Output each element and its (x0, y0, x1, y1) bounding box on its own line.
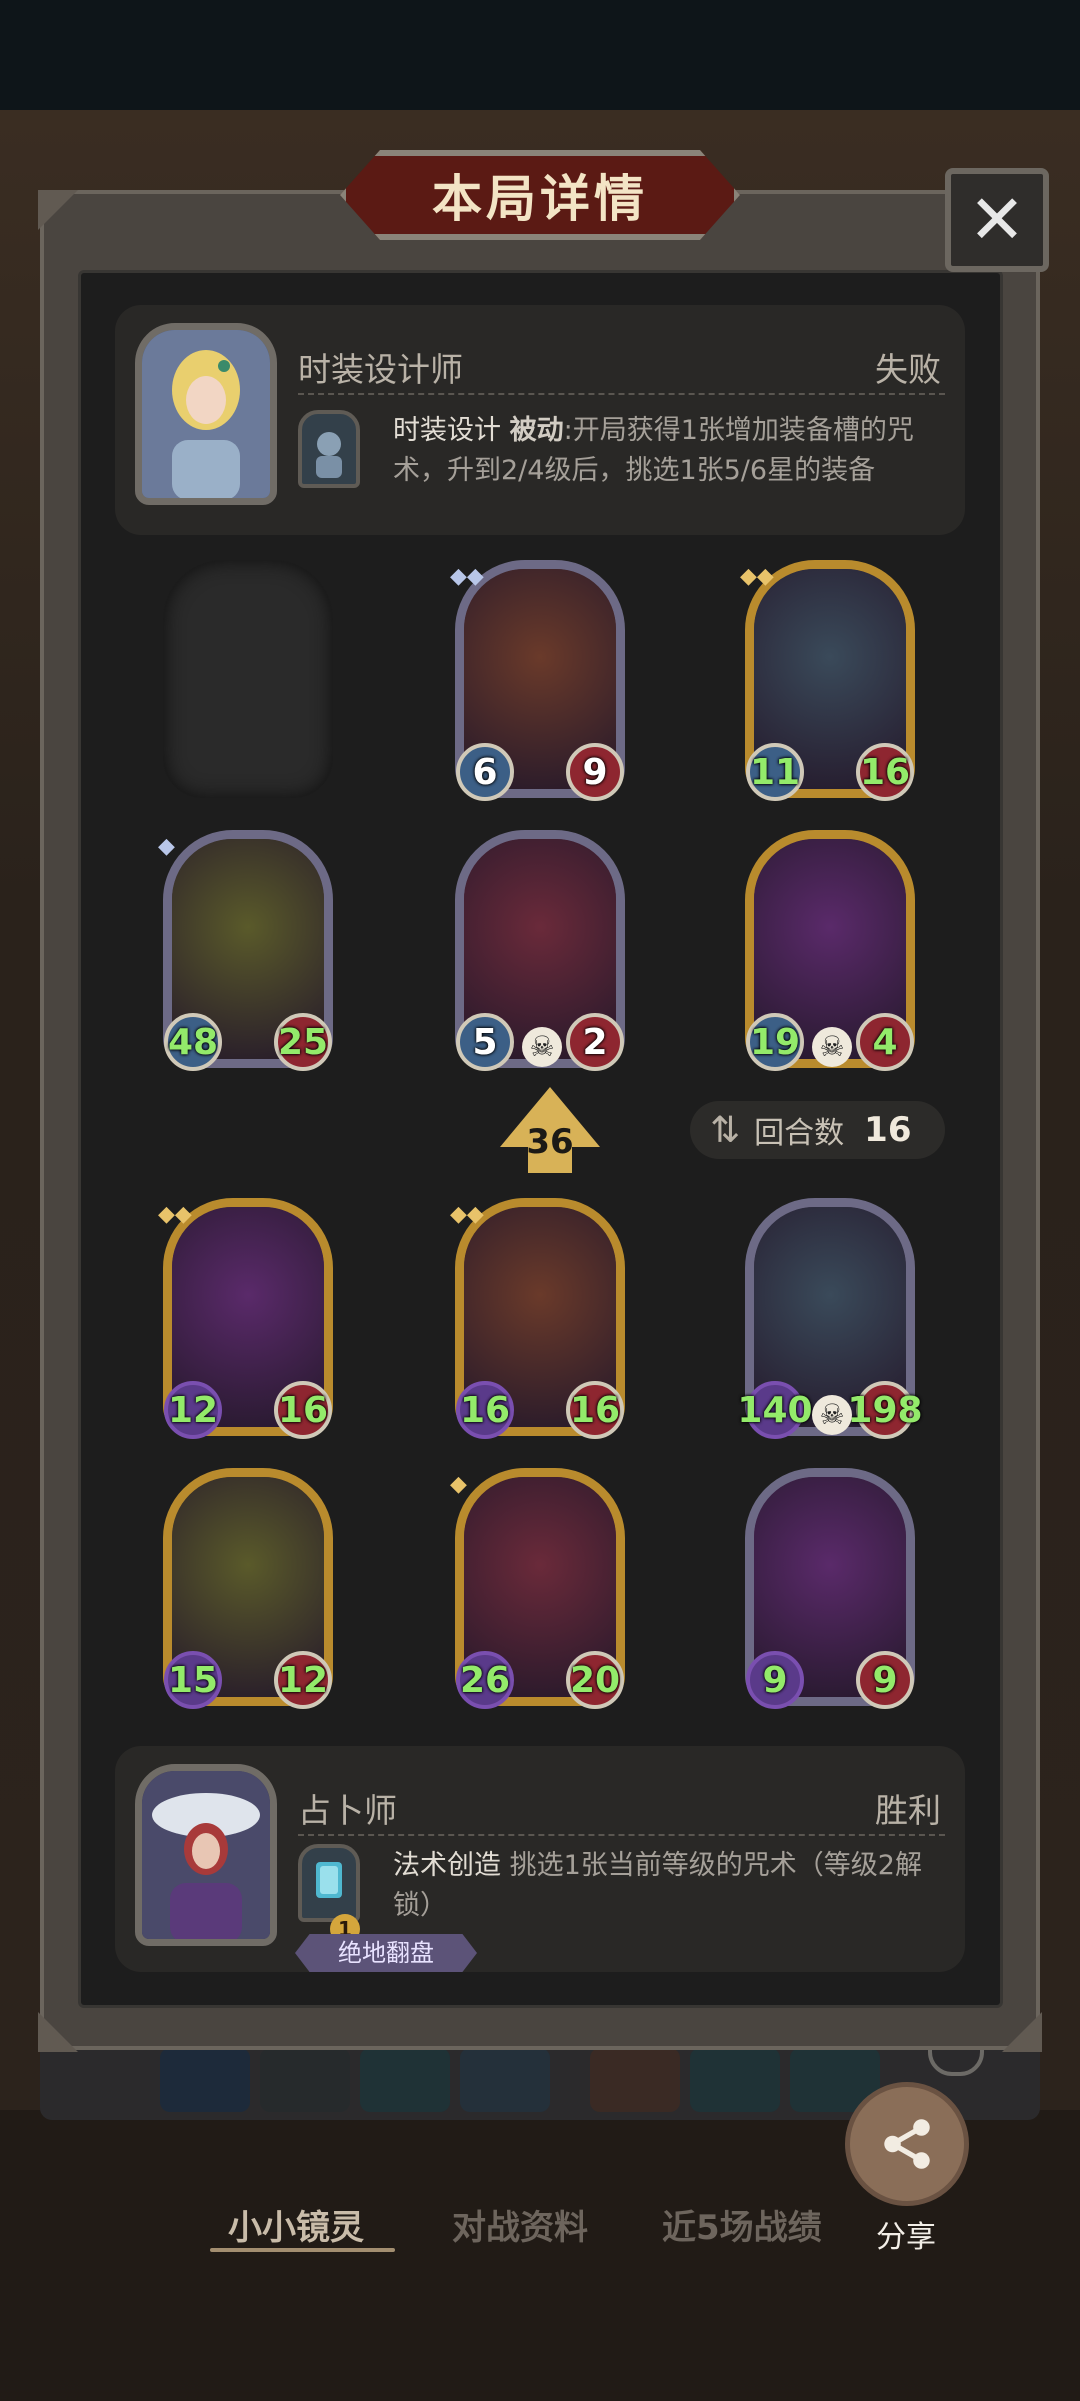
tavern-level-indicator: 36 (500, 1087, 600, 1173)
strip-slot (690, 2048, 780, 2112)
divider (298, 393, 945, 395)
match-result: 失败 (875, 350, 941, 389)
divider (298, 1834, 945, 1836)
star-rank-icon: ◆◆ (158, 1202, 192, 1227)
strip-slot (160, 2048, 250, 2112)
share-icon (884, 2119, 930, 2169)
attack-stat: 6 (456, 743, 514, 801)
health-stat: 16 (856, 743, 914, 801)
achievement-tag: 绝地翻盘 (295, 1934, 477, 1972)
strip-slot (460, 2048, 550, 2112)
attack-stat: 15 (164, 1651, 222, 1709)
rounds-label: 回合数 (754, 1116, 845, 1151)
close-icon: ✕ (968, 180, 1026, 260)
star-rank-icon: ◆◆ (450, 564, 484, 589)
star-rank-icon: ◆◆ (740, 564, 774, 589)
attack-stat: 16 (456, 1381, 514, 1439)
rounds-counter: ⇅ 回合数 16 (690, 1101, 945, 1159)
match-result: 胜利 (875, 1791, 941, 1830)
skull-icon: ☠ (522, 1027, 562, 1067)
attack-stat: 9 (746, 1651, 804, 1709)
health-stat: 16 (566, 1381, 624, 1439)
up-arrow-icon: 36 (500, 1087, 600, 1173)
fashion-designer-portrait (135, 323, 277, 505)
status-bar-area (0, 0, 1080, 110)
health-stat: 9 (566, 743, 624, 801)
modal-title-plate: 本局详情 (340, 150, 740, 240)
minion-card[interactable]: ◆◆ 12 16 (158, 1198, 333, 1439)
attack-stat: 5 (456, 1013, 514, 1071)
minion-card[interactable]: 5 2 ☠ (455, 830, 625, 1071)
health-stat: 4 (856, 1013, 914, 1071)
minion-card[interactable]: ◆◆ 16 16 (450, 1198, 625, 1439)
share-label: 分享 (876, 2220, 936, 2255)
attack-stat: 19 (746, 1013, 804, 1071)
refresh-icon: ⇅ (710, 1109, 741, 1151)
skill-description: 法术创造 挑选1张当前等级的咒术（等级2解锁） (393, 1846, 953, 1926)
skull-icon: ☠ (812, 1395, 852, 1435)
minion-card[interactable]: 19 4 ☠ (745, 830, 915, 1071)
skill-name: 时装设计 (393, 415, 501, 446)
active-tab-indicator (210, 2248, 395, 2252)
minion-card[interactable]: ◆ 48 25 (158, 830, 333, 1071)
attack-stat: 26 (456, 1651, 514, 1709)
minion-card[interactable]: 140 198 ☠ (737, 1198, 923, 1439)
strip-slot (260, 2048, 350, 2112)
hero-name: 占卜师 (298, 1791, 397, 1830)
attack-stat: 12 (164, 1381, 222, 1439)
health-stat: 20 (566, 1651, 624, 1709)
star-rank-icon: ◆ (450, 1472, 467, 1497)
minion-card[interactable]: ◆ 26 20 (450, 1468, 625, 1709)
health-stat: 9 (856, 1651, 914, 1709)
opponent-panel: 时装设计师 失败 时装设计 被动:开局获得1张增加装备槽的咒术，升到2/4级后，… (115, 305, 965, 535)
empty-card-slot (163, 560, 333, 798)
skill-name: 法术创造 (393, 1850, 501, 1881)
health-stat: 25 (274, 1013, 332, 1071)
strip-slot (590, 2048, 680, 2112)
tab-battle-data[interactable]: 对战资料 (452, 2200, 588, 2249)
minion-card[interactable]: 99 (745, 1468, 915, 1709)
fortune-teller-portrait (135, 1764, 277, 1946)
minion-card[interactable]: ◆◆ 11 16 (740, 560, 915, 801)
fashion-skill-icon[interactable] (298, 410, 360, 488)
attack-stat: 48 (164, 1013, 222, 1071)
health-stat: 2 (566, 1013, 624, 1071)
rounds-value: 16 (864, 1110, 912, 1150)
health-stat: 198 (847, 1381, 923, 1439)
attack-stat: 140 (737, 1381, 813, 1439)
tab-mini-mirror[interactable]: 小小镜灵 (228, 2200, 364, 2249)
share-button[interactable] (845, 2082, 969, 2206)
star-rank-icon: ◆◆ (450, 1202, 484, 1227)
level-value: 36 (526, 1122, 573, 1162)
minion-card[interactable]: ◆◆ 6 9 (450, 560, 625, 801)
close-button[interactable]: ✕ (945, 168, 1049, 272)
health-stat: 16 (274, 1381, 332, 1439)
strip-slot (360, 2048, 450, 2112)
tab-recent-matches[interactable]: 近5场战绩 (662, 2200, 822, 2249)
health-stat: 12 (274, 1651, 332, 1709)
skill-description: 时装设计 被动:开局获得1张增加装备槽的咒术，升到2/4级后，挑选1张5/6星的… (393, 411, 953, 491)
attack-stat: 11 (746, 743, 804, 801)
modal-title: 本局详情 (432, 170, 648, 228)
hero-name: 时装设计师 (298, 350, 463, 389)
skill-type: 被动 (509, 415, 564, 446)
minion-card[interactable]: 15 12 (163, 1468, 333, 1709)
star-rank-icon: ◆ (158, 834, 175, 859)
spell-card-icon[interactable] (298, 1844, 360, 1922)
player-panel: 占卜师 胜利 1 法术创造 挑选1张当前等级的咒术（等级2解锁） 绝地翻盘 (115, 1746, 965, 1972)
skull-icon: ☠ (812, 1027, 852, 1067)
